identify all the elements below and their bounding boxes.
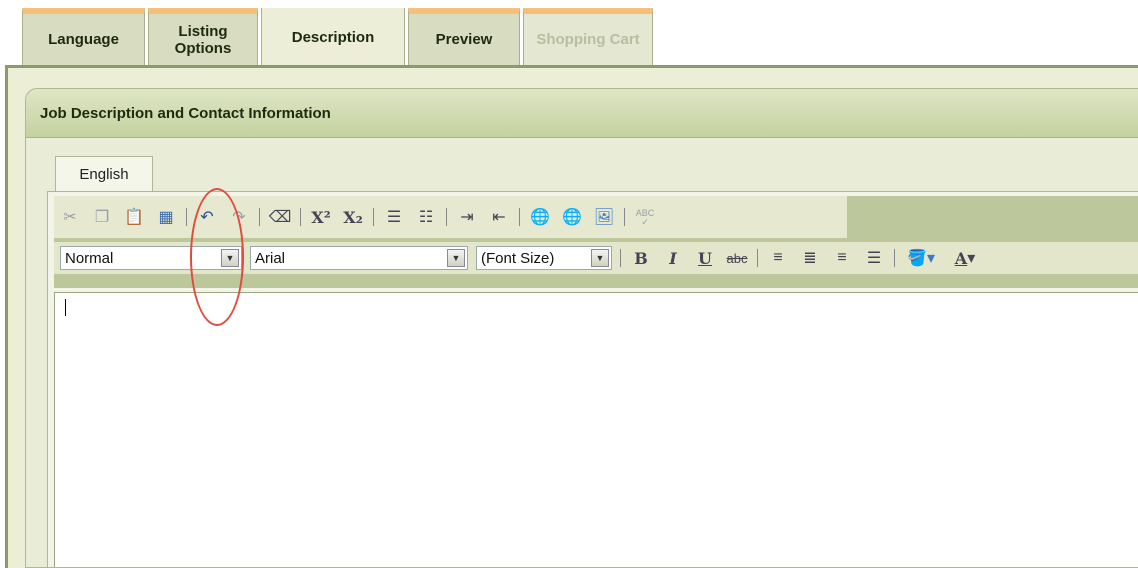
tab-description-label: Description (291, 29, 375, 46)
numbered-list-icon[interactable]: ☰ (380, 203, 408, 231)
format-select[interactable]: Normal ▼ (60, 246, 242, 270)
eraser-icon[interactable]: ⌫ (266, 203, 294, 231)
toolbar-row-2: Normal ▼ Arial ▼ (Font Size) ▼ B I U abc… (54, 242, 1138, 274)
spell-check-icon[interactable]: ABC ✓ (631, 203, 659, 231)
tab-preview-label: Preview (435, 31, 493, 48)
toolbar-separator (519, 208, 520, 226)
font-select[interactable]: Arial ▼ (250, 246, 468, 270)
top-tab-bar: Language Listing Options Description Pre… (22, 8, 656, 67)
tab-preview[interactable]: Preview (408, 8, 520, 65)
outdent-icon[interactable]: ⇤ (485, 203, 513, 231)
editor-toolbar: ✂ ❐ 📋 ▦ ↶ ↷ ⌫ X² X₂ ☰ ☷ ⇥ ⇤ 🌐 🌐 🖼 ABC ✓ … (54, 196, 1138, 288)
tab-language-label: Language (48, 31, 119, 48)
strikethrough-button[interactable]: abc (723, 244, 751, 272)
redo-icon[interactable]: ↷ (225, 203, 253, 231)
background-color-icon[interactable]: 🪣▾ (901, 244, 941, 272)
language-tab-english[interactable]: English (55, 156, 153, 192)
font-size-dropdown-arrow-icon[interactable]: ▼ (591, 249, 609, 267)
undo-icon[interactable]: ↶ (193, 203, 221, 231)
section-header: Job Description and Contact Information (26, 89, 1138, 138)
rich-text-editor: ✂ ❐ 📋 ▦ ↶ ↷ ⌫ X² X₂ ☰ ☷ ⇥ ⇤ 🌐 🌐 🖼 ABC ✓ … (47, 191, 1138, 567)
format-select-value: Normal (65, 249, 114, 267)
tab-listing-options-label: Listing Options (174, 22, 232, 57)
format-dropdown-arrow-icon[interactable]: ▼ (221, 249, 239, 267)
toolbar-separator (757, 249, 758, 267)
font-size-select[interactable]: (Font Size) ▼ (476, 246, 612, 270)
toolbar-separator (446, 208, 447, 226)
align-right-icon[interactable]: ≡ (828, 244, 856, 272)
tab-description[interactable]: Description (261, 8, 405, 67)
bold-button[interactable]: B (627, 244, 655, 272)
font-dropdown-arrow-icon[interactable]: ▼ (447, 249, 465, 267)
editor-content-area[interactable] (54, 292, 1138, 567)
toolbar-separator (624, 208, 625, 226)
text-cursor (65, 299, 66, 316)
remove-link-icon[interactable]: 🌐 (558, 203, 586, 231)
tab-shopping-cart-label: Shopping Cart (536, 31, 640, 48)
toolbar-separator (620, 249, 621, 267)
font-size-select-value: (Font Size) (481, 249, 555, 267)
toolbar-row-1: ✂ ❐ 📋 ▦ ↶ ↷ ⌫ X² X₂ ☰ ☷ ⇥ ⇤ 🌐 🌐 🖼 ABC ✓ (54, 200, 661, 234)
job-description-section: Job Description and Contact Information … (25, 88, 1138, 568)
copy-icon[interactable]: ❐ (88, 203, 116, 231)
align-justify-icon[interactable]: ☰ (860, 244, 888, 272)
font-select-value: Arial (255, 249, 286, 267)
paste-from-word-icon[interactable]: ▦ (152, 203, 180, 231)
tab-listing-options[interactable]: Listing Options (148, 8, 258, 65)
bulleted-list-icon[interactable]: ☷ (412, 203, 440, 231)
subscript-icon[interactable]: X₂ (339, 203, 367, 231)
toolbar-separator (259, 208, 260, 226)
tab-language[interactable]: Language (22, 8, 145, 65)
section-title: Job Description and Contact Information (40, 104, 331, 122)
underline-button[interactable]: U (691, 244, 719, 272)
toolbar-separator (373, 208, 374, 226)
insert-image-icon[interactable]: 🖼 (590, 203, 618, 231)
toolbar-separator (300, 208, 301, 226)
paste-icon[interactable]: 📋 (120, 203, 148, 231)
tab-shopping-cart: Shopping Cart (523, 8, 653, 65)
description-panel: Job Description and Contact Information … (5, 65, 1138, 568)
insert-link-icon[interactable]: 🌐 (526, 203, 554, 231)
indent-icon[interactable]: ⇥ (453, 203, 481, 231)
cut-icon[interactable]: ✂ (56, 203, 84, 231)
superscript-icon[interactable]: X² (307, 203, 335, 231)
toolbar-separator (186, 208, 187, 226)
language-tab-label: English (79, 166, 129, 183)
align-center-icon[interactable]: ≣ (796, 244, 824, 272)
toolbar-separator (894, 249, 895, 267)
font-color-button[interactable]: A ▾ (945, 244, 985, 272)
align-left-icon[interactable]: ≡ (764, 244, 792, 272)
font-color-label: A (954, 248, 968, 268)
italic-button[interactable]: I (659, 244, 687, 272)
